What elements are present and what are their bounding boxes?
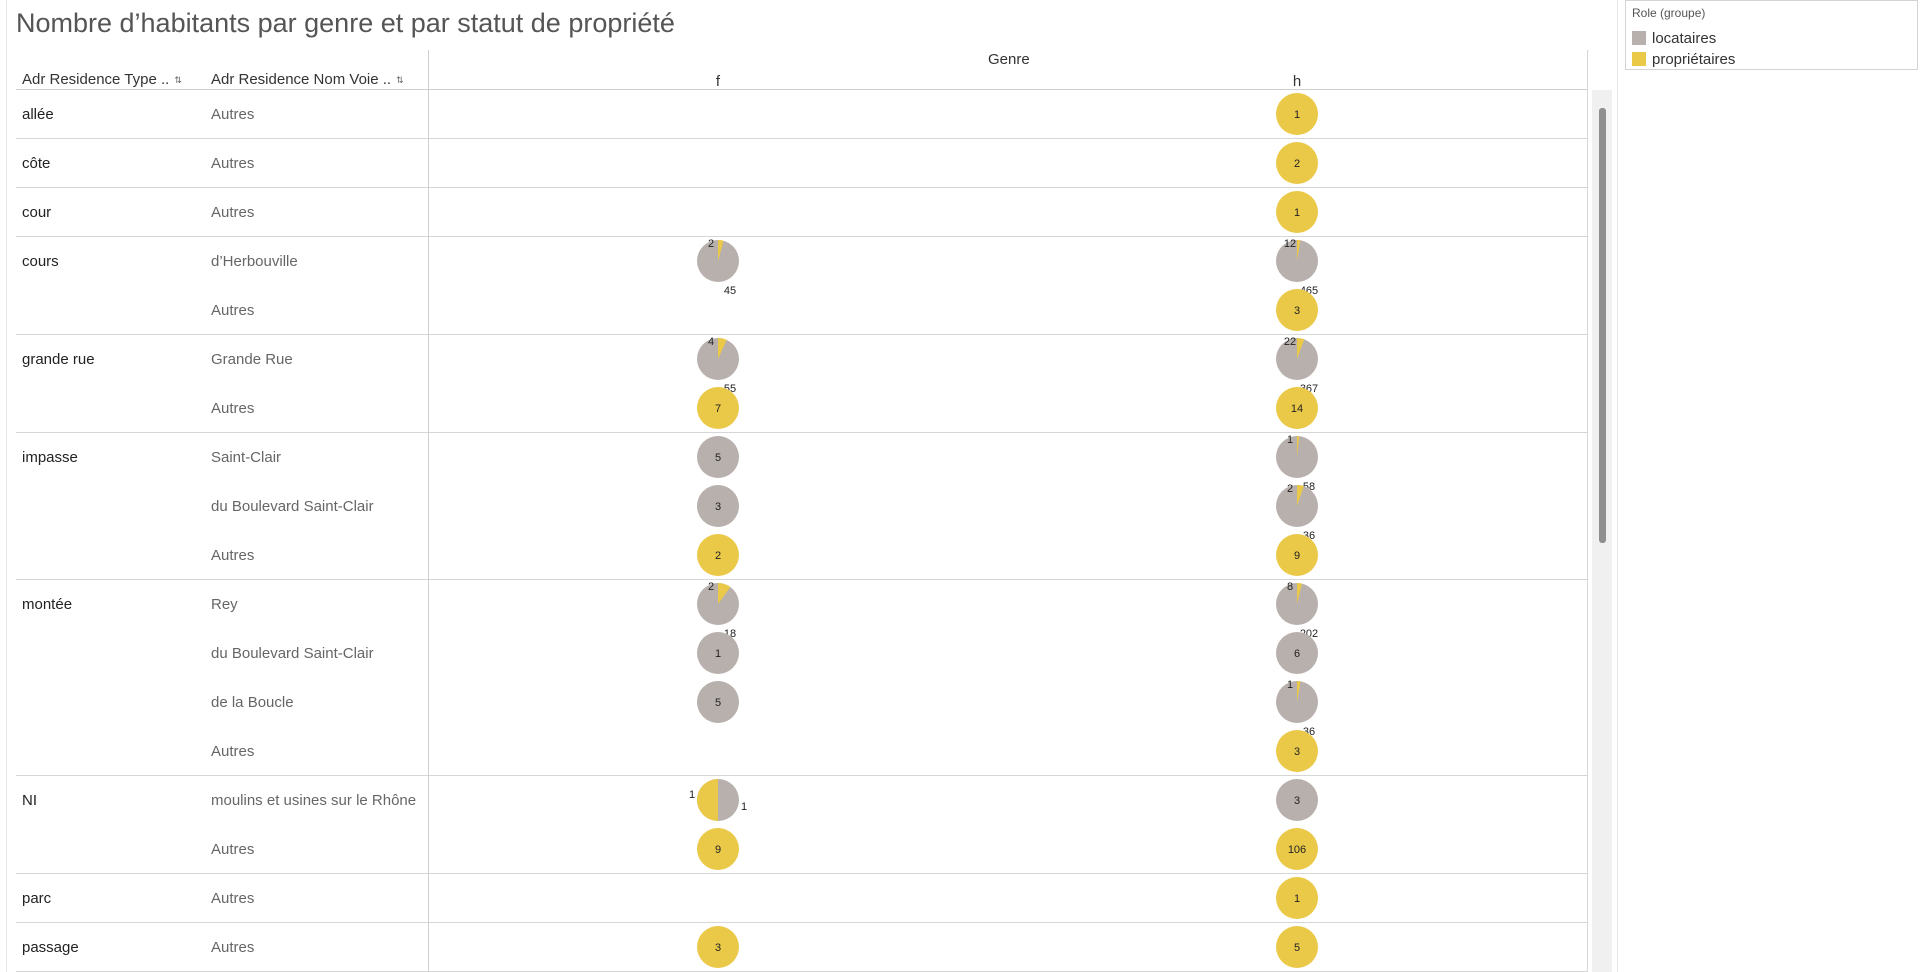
residence-type-label: passage [22, 939, 79, 956]
legend-item-locataires[interactable]: locataires [1632, 29, 1716, 47]
residence-type-label: parc [22, 890, 52, 907]
left-border [6, 0, 7, 972]
table-header: Adr Residence Type .. ⇅ Adr Residence Nom… [16, 50, 1588, 90]
residence-type-label: côte [22, 155, 51, 172]
legend-swatch-locataires [1632, 31, 1646, 45]
scrollbar-thumb[interactable] [1599, 108, 1606, 543]
row-group: impasse Saint-Clair du Boulevard Saint-Cla… [16, 433, 1588, 580]
col-voie-header-label: Adr Residence Nom Voie .. [211, 71, 392, 88]
table-right-border [1587, 50, 1588, 972]
residence-type-label: NI [22, 792, 37, 809]
sort-ascending-icon[interactable]: ⇅ [174, 75, 181, 86]
row-group: passage Autres [16, 923, 1588, 972]
col-type-header[interactable]: Adr Residence Type .. ⇅ [22, 71, 182, 88]
page-title: Nombre d’habitants par genre et par stat… [16, 8, 675, 38]
row-group: allée Autres [16, 90, 1588, 139]
row-group: montée Rey du Boulevard Saint-Clair de la B… [16, 580, 1588, 776]
sort-ascending-icon[interactable]: ⇅ [396, 75, 403, 86]
row-group: côte Autres [16, 139, 1588, 188]
voie-label: d’Herbouville [211, 253, 298, 270]
voie-label: Autres [211, 400, 255, 417]
voie-label: Autres [211, 547, 255, 564]
legend-divider [1617, 0, 1618, 972]
voie-label: de la Boucle [211, 694, 294, 711]
voie-label: Autres [211, 155, 255, 172]
row-group: parc Autres [16, 874, 1588, 923]
voie-label: Saint-Clair [211, 449, 282, 466]
row-group: cours d’Herbouville Autres [16, 237, 1588, 335]
column-divider [428, 50, 429, 972]
genre-header: Genre [988, 51, 1030, 68]
voie-label: Autres [211, 890, 255, 907]
row-group: grande rue Grande Rue Autres [16, 335, 1588, 433]
voie-label: Autres [211, 841, 255, 858]
voie-label: Autres [211, 939, 255, 956]
legend-title: Role (groupe) [1632, 6, 1706, 20]
voie-label: Autres [211, 106, 255, 123]
row-group: NI moulins et usines sur le Rhône Autres [16, 776, 1588, 874]
legend: Role (groupe) locataires propriétaires [1625, 0, 1918, 70]
residence-type-label: impasse [22, 449, 78, 466]
legend-label-locataires: locataires [1652, 29, 1717, 47]
voie-label: moulins et usines sur le Rhône [211, 792, 417, 809]
legend-label-proprietaires: propriétaires [1652, 50, 1736, 68]
legend-swatch-proprietaires [1632, 52, 1646, 66]
voie-label: Autres [211, 302, 255, 319]
voie-label: Autres [211, 743, 255, 760]
residence-type-label: montée [22, 596, 73, 613]
voie-label: Autres [211, 204, 255, 221]
col-voie-header[interactable]: Adr Residence Nom Voie .. ⇅ [211, 71, 404, 88]
voie-label: du Boulevard Saint-Clair [211, 645, 374, 662]
table-body: allée Autres côte Autres cour Autres cours d’He… [16, 90, 1588, 972]
legend-item-proprietaires[interactable]: propriétaires [1632, 50, 1735, 68]
residence-type-label: allée [22, 106, 54, 123]
voie-label: du Boulevard Saint-Clair [211, 498, 374, 515]
residence-type-label: grande rue [22, 351, 95, 368]
voie-label: Rey [211, 596, 238, 613]
voie-label: Grande Rue [211, 351, 293, 368]
residence-type-label: cour [22, 204, 52, 221]
residence-type-label: cours [22, 253, 59, 270]
row-group: cour Autres [16, 188, 1588, 237]
col-type-header-label: Adr Residence Type .. [22, 71, 170, 88]
